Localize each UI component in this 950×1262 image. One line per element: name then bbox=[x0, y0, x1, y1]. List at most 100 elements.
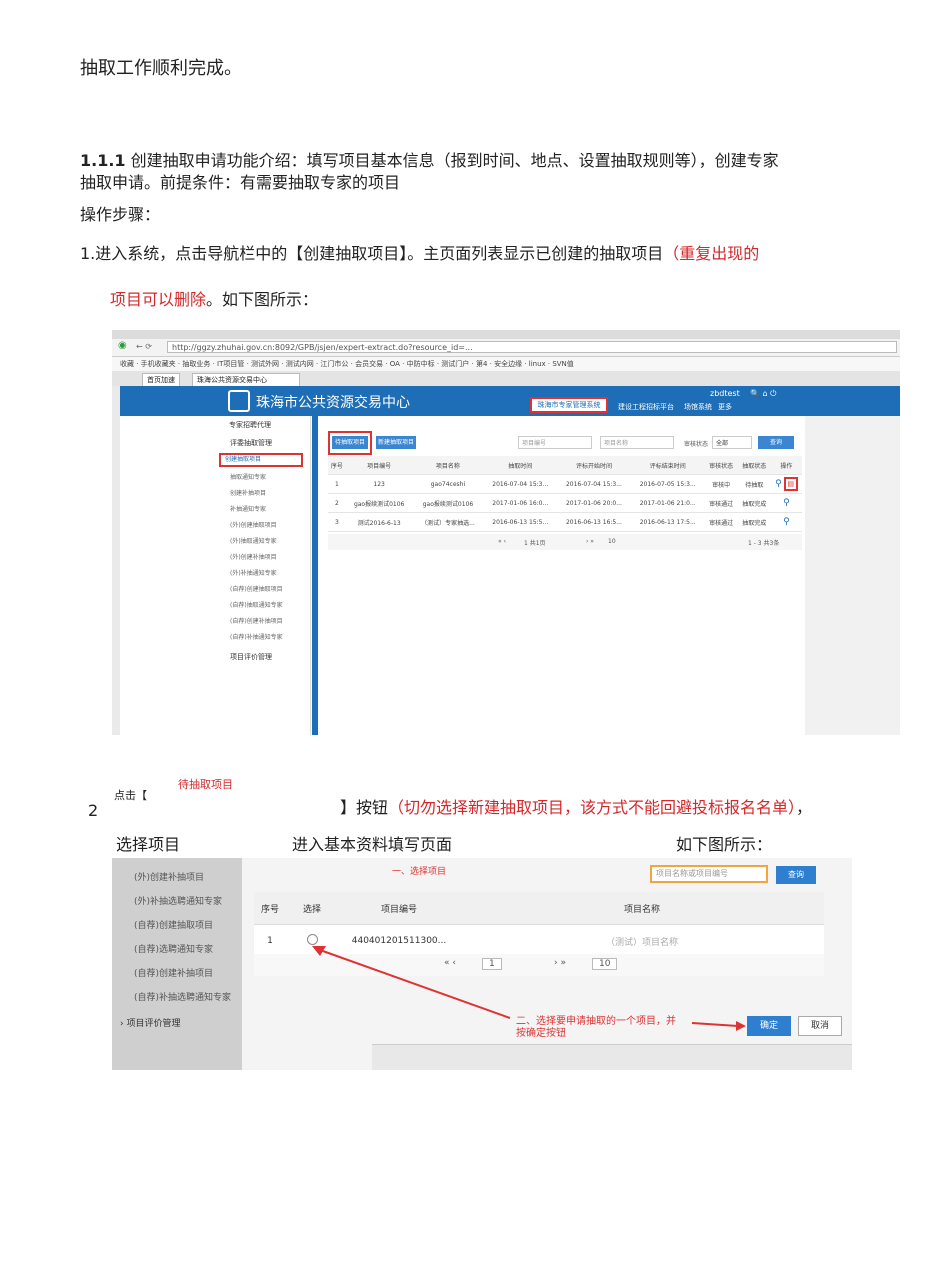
nav-arrows-icon[interactable]: ← ⟳ bbox=[136, 342, 152, 351]
main-panel: 待抽取项目 新建抽取项目 项目编号 项目名称 审核状态 全部 查询 序号 项目编… bbox=[318, 416, 805, 735]
step-2-select-project: 选择项目 bbox=[116, 835, 181, 854]
site-logo-icon bbox=[228, 390, 250, 412]
browser-tab-2[interactable]: 珠海公共资源交易中心 bbox=[192, 373, 300, 387]
arrowhead-confirm bbox=[736, 1021, 746, 1031]
step-1-line-2: 项目可以删除。如下图所示： bbox=[110, 289, 318, 311]
cell: 审核通过 bbox=[704, 512, 738, 532]
step-2-red-note: （切勿选择新建抽取项目，该方式不能回避投标报名名单） bbox=[388, 798, 797, 817]
cell: 3 bbox=[328, 512, 346, 532]
browser-logo-icon: ◉ bbox=[118, 340, 127, 351]
browser-tabs: 首页加速 珠海公共资源交易中心 bbox=[112, 371, 900, 387]
col-header: 序号 bbox=[328, 456, 346, 475]
step-2-as-shown: 如下图所示： bbox=[676, 835, 773, 854]
arrow-to-confirm bbox=[691, 1022, 739, 1027]
url-field[interactable]: http://ggzy.zhuhai.gov.cn:8092/GPB/jsjen… bbox=[167, 341, 897, 353]
header-icons[interactable]: 🔍 ⌂ ⏻ bbox=[750, 389, 776, 399]
cell: 1 bbox=[328, 474, 346, 494]
step-2-click: 点击【 bbox=[114, 789, 147, 802]
cell: 测试2016-6-13 bbox=[345, 512, 413, 532]
sidebar-item[interactable]: (外)补抽通知专家 bbox=[230, 568, 277, 577]
cell: 2017-01-06 16:0... bbox=[483, 493, 558, 513]
doc-line-1: 抽取工作顺利完成。 bbox=[80, 58, 242, 79]
pager-prev-icon[interactable]: « ‹ bbox=[498, 538, 506, 545]
cell: 审核通过 bbox=[704, 493, 738, 513]
user-name[interactable]: zbdtest bbox=[710, 389, 740, 398]
table-row[interactable]: 2 gao报续测试0106 gao报续测试0106 2017-01-06 16:… bbox=[328, 493, 802, 513]
sidebar-item-create-extract[interactable]: 创建抽取项目 bbox=[219, 453, 303, 467]
sidebar-item[interactable]: (自荐)创建补抽项目 bbox=[230, 616, 283, 625]
new-extract-button[interactable]: 新建抽取项目 bbox=[376, 436, 416, 449]
screenshot-select-project: (外)创建补抽项目 (外)补抽选聘通知专家 (自荐)创建抽取项目 (自荐)选聘通… bbox=[112, 858, 852, 1070]
project-table: 序号 项目编号 项目名称 抽取时间 评标开始时间 评标结束时间 审核状态 抽取状… bbox=[328, 456, 802, 532]
table-row[interactable]: 1 123 gao74ceshi 2016-07-04 15:3... 2016… bbox=[328, 474, 802, 494]
nav-more[interactable]: 更多 bbox=[718, 402, 732, 412]
view-icon[interactable]: ⚲ bbox=[783, 517, 790, 527]
cell: 2 bbox=[328, 493, 346, 513]
col-header: 评标开始时间 bbox=[557, 456, 631, 475]
sidebar: 专家招聘代理 评委抽取管理 创建抽取项目 抽取通知专家 创建补抽项目 补抽通知专… bbox=[120, 416, 311, 735]
col-header: 抽取状态 bbox=[737, 456, 771, 475]
cell: gao74ceshi bbox=[412, 474, 484, 494]
nav-expert-system[interactable]: 珠海市专家管理系统 bbox=[530, 397, 608, 413]
cell: 2016-07-04 15:3... bbox=[483, 474, 558, 494]
view-icon[interactable]: ⚲ bbox=[783, 498, 790, 508]
ops-cell: ⚲ bbox=[770, 512, 802, 532]
nav-construction[interactable]: 建设工程招标平台 bbox=[618, 402, 674, 412]
favorites-bar: 收藏 · 手机收藏夹 · 抽取业务 · IT项目管 · 测试外网 · 测试内网 … bbox=[112, 357, 900, 371]
pager-summary: 1 - 3 共3条 bbox=[748, 540, 780, 547]
view-icon[interactable]: ⚲ bbox=[775, 479, 782, 489]
delete-icon[interactable]: ▤ bbox=[783, 477, 798, 491]
sidebar-item[interactable]: (外)抽取通知专家 bbox=[230, 536, 277, 545]
cell: gao报续测试0106 bbox=[412, 493, 484, 513]
col-header: 操作 bbox=[770, 456, 802, 475]
sidebar-item[interactable]: (外)创建抽取项目 bbox=[230, 520, 277, 529]
browser-tab-1[interactable]: 首页加速 bbox=[142, 373, 180, 387]
cell: 2016-06-13 15:5... bbox=[483, 512, 558, 532]
step-2-number: 2 bbox=[88, 801, 99, 820]
search-button[interactable]: 查询 bbox=[758, 436, 794, 449]
sidebar-item[interactable]: (自荐)补抽通知专家 bbox=[230, 632, 283, 641]
pager-current[interactable]: 1 共1页 bbox=[524, 538, 546, 547]
sidebar-item[interactable]: 补抽通知专家 bbox=[230, 504, 266, 513]
step-1-red-note-1: （重复出现的 bbox=[663, 244, 760, 263]
table-row[interactable]: 3 测试2016-6-13 （测试）专家抽选... 2016-06-13 15:… bbox=[328, 512, 802, 532]
section-number: 1.1.1 bbox=[80, 151, 126, 170]
cell: 2016-07-05 15:3... bbox=[630, 474, 705, 494]
right-blank bbox=[805, 416, 900, 735]
project-name-input[interactable]: 项目名称 bbox=[600, 436, 674, 449]
section-intro-line-1: 1.1.1 创建抽取申请功能介绍：填写项目基本信息（报到时间、地点、设置抽取规则… bbox=[80, 150, 779, 172]
cell: 抽取完成 bbox=[737, 512, 771, 532]
screenshot-expert-system-list: ◉ ← ⟳ http://ggzy.zhuhai.gov.cn:8092/GPB… bbox=[112, 330, 900, 735]
step-2-enter-form: 进入基本资料填写页面 bbox=[292, 835, 453, 854]
col-header: 审核状态 bbox=[704, 456, 738, 475]
annotation-arrows bbox=[312, 946, 746, 1031]
step-1-line-1: 1.进入系统，点击导航栏中的【创建抽取项目】。主页面列表显示已创建的抽取项目（重… bbox=[80, 243, 759, 265]
status-select[interactable]: 全部 bbox=[712, 436, 752, 449]
cell: 123 bbox=[345, 474, 413, 494]
cell: 2016-06-13 17:5... bbox=[630, 512, 705, 532]
sidebar-item[interactable]: (外)创建补抽项目 bbox=[230, 552, 277, 561]
cell: 2016-07-04 15:3... bbox=[557, 474, 631, 494]
step-1-text-2: 。如下图所示： bbox=[206, 290, 319, 309]
sidebar-item[interactable]: (自荐)抽取通知专家 bbox=[230, 600, 283, 609]
page-size-select[interactable]: 10 bbox=[608, 538, 616, 545]
step-2-comma: ， bbox=[796, 798, 813, 817]
nav-venue[interactable]: 场馆系统 bbox=[684, 402, 712, 412]
section-intro-text-1: 创建抽取申请功能介绍：填写项目基本信息（报到时间、地点、设置抽取规则等），创建专… bbox=[130, 151, 779, 170]
pending-extract-button[interactable]: 待抽取项目 bbox=[332, 436, 368, 449]
sidebar-item[interactable]: 创建补抽项目 bbox=[230, 488, 266, 497]
step-2-button-word: 】按钮 bbox=[340, 798, 389, 817]
sidebar-item[interactable]: 抽取通知专家 bbox=[230, 472, 266, 481]
step-2-button-label: 待抽取项目 bbox=[178, 778, 233, 791]
col-header: 抽取时间 bbox=[483, 456, 558, 475]
sidebar-item[interactable]: (自荐)创建抽取项目 bbox=[230, 584, 283, 593]
sidebar-group-extract[interactable]: 评委抽取管理 bbox=[230, 438, 272, 448]
ops-cell: ⚲ bbox=[770, 493, 802, 513]
pager-next-icon[interactable]: › » bbox=[586, 538, 594, 545]
sidebar-group-evaluate[interactable]: 项目评价管理 bbox=[230, 652, 272, 662]
browser-address-bar: ◉ ← ⟳ http://ggzy.zhuhai.gov.cn:8092/GPB… bbox=[112, 339, 900, 357]
status-label: 审核状态 bbox=[684, 441, 709, 448]
breadcrumb: 专家招聘代理 bbox=[229, 421, 271, 429]
project-code-input[interactable]: 项目编号 bbox=[518, 436, 592, 449]
section-intro-line-2: 抽取申请。前提条件：有需要抽取专家的项目 bbox=[80, 173, 401, 192]
